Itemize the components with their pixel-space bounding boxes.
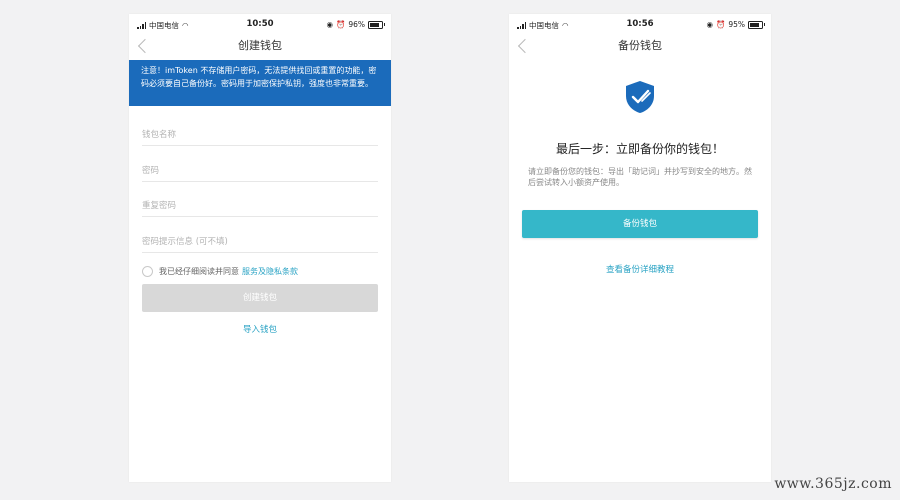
terms-link[interactable]: 服务及隐私条款 [242,266,298,277]
backup-wallet-screen: 中国电信 ◠ 10:56 ◉ ⏰ 95% 备份钱包 最后一步：立即备份你的钱包！… [509,14,771,482]
location-icon: ◉ [326,20,333,29]
alarm-icon: ⏰ [335,20,346,29]
battery-icon [748,20,765,29]
password-field[interactable]: 密码 [142,163,378,182]
terms-checkbox[interactable] [142,265,153,277]
page-title: 创建钱包 [238,39,282,52]
alarm-icon: ⏰ [715,20,726,29]
status-bar: 中国电信 ◠ 10:56 ◉ ⏰ 95% [509,18,771,32]
nav-bar: 备份钱包 [509,34,771,58]
back-chevron-icon[interactable] [517,38,533,54]
create-wallet-button[interactable]: 创建钱包 [142,284,378,312]
repeat-password-field[interactable]: 重复密码 [142,198,378,217]
backup-tutorial-link[interactable]: 查看备份详细教程 [509,263,771,275]
password-placeholder: 密码 [142,166,160,176]
location-icon: ◉ [706,20,713,29]
wallet-name-placeholder: 钱包名称 [142,130,177,140]
password-hint-field[interactable]: 密码提示信息 (可不填) [142,234,378,253]
import-wallet-link[interactable]: 导入钱包 [129,323,391,335]
terms-text: 我已经仔细阅读并同意 [159,266,239,276]
site-watermark: www.365jz.com [774,476,892,492]
terms-agreement-row: 我已经仔细阅读并同意 服务及隐私条款 [142,264,298,278]
shield-check-icon [626,81,654,113]
security-notice: 注意！imToken 不存储用户密码，无法提供找回或重置的功能，密码必须要自己备… [129,60,391,106]
create-wallet-screen: 中国电信 ◠ 10:50 ◉ ⏰ 96% 创建钱包 注意！imToken 不存储… [129,14,391,482]
battery-percent: 96% [348,20,365,29]
battery-icon [368,20,385,29]
status-bar: 中国电信 ◠ 10:50 ◉ ⏰ 96% [129,18,391,32]
backup-wallet-button[interactable]: 备份钱包 [522,210,758,238]
back-chevron-icon[interactable] [137,38,153,54]
nav-bar: 创建钱包 [129,34,391,58]
backup-description: 请立即备份您的钱包：导出「助记词」并抄写到安全的地方。然后尝试转入小额资产使用。 [528,167,752,187]
wallet-name-field[interactable]: 钱包名称 [142,127,378,146]
repeat-password-placeholder: 重复密码 [142,201,177,211]
password-hint-placeholder: 密码提示信息 (可不填) [142,237,228,247]
backup-headline: 最后一步：立即备份你的钱包！ [555,142,724,156]
battery-percent: 95% [728,20,745,29]
page-title: 备份钱包 [618,39,662,52]
